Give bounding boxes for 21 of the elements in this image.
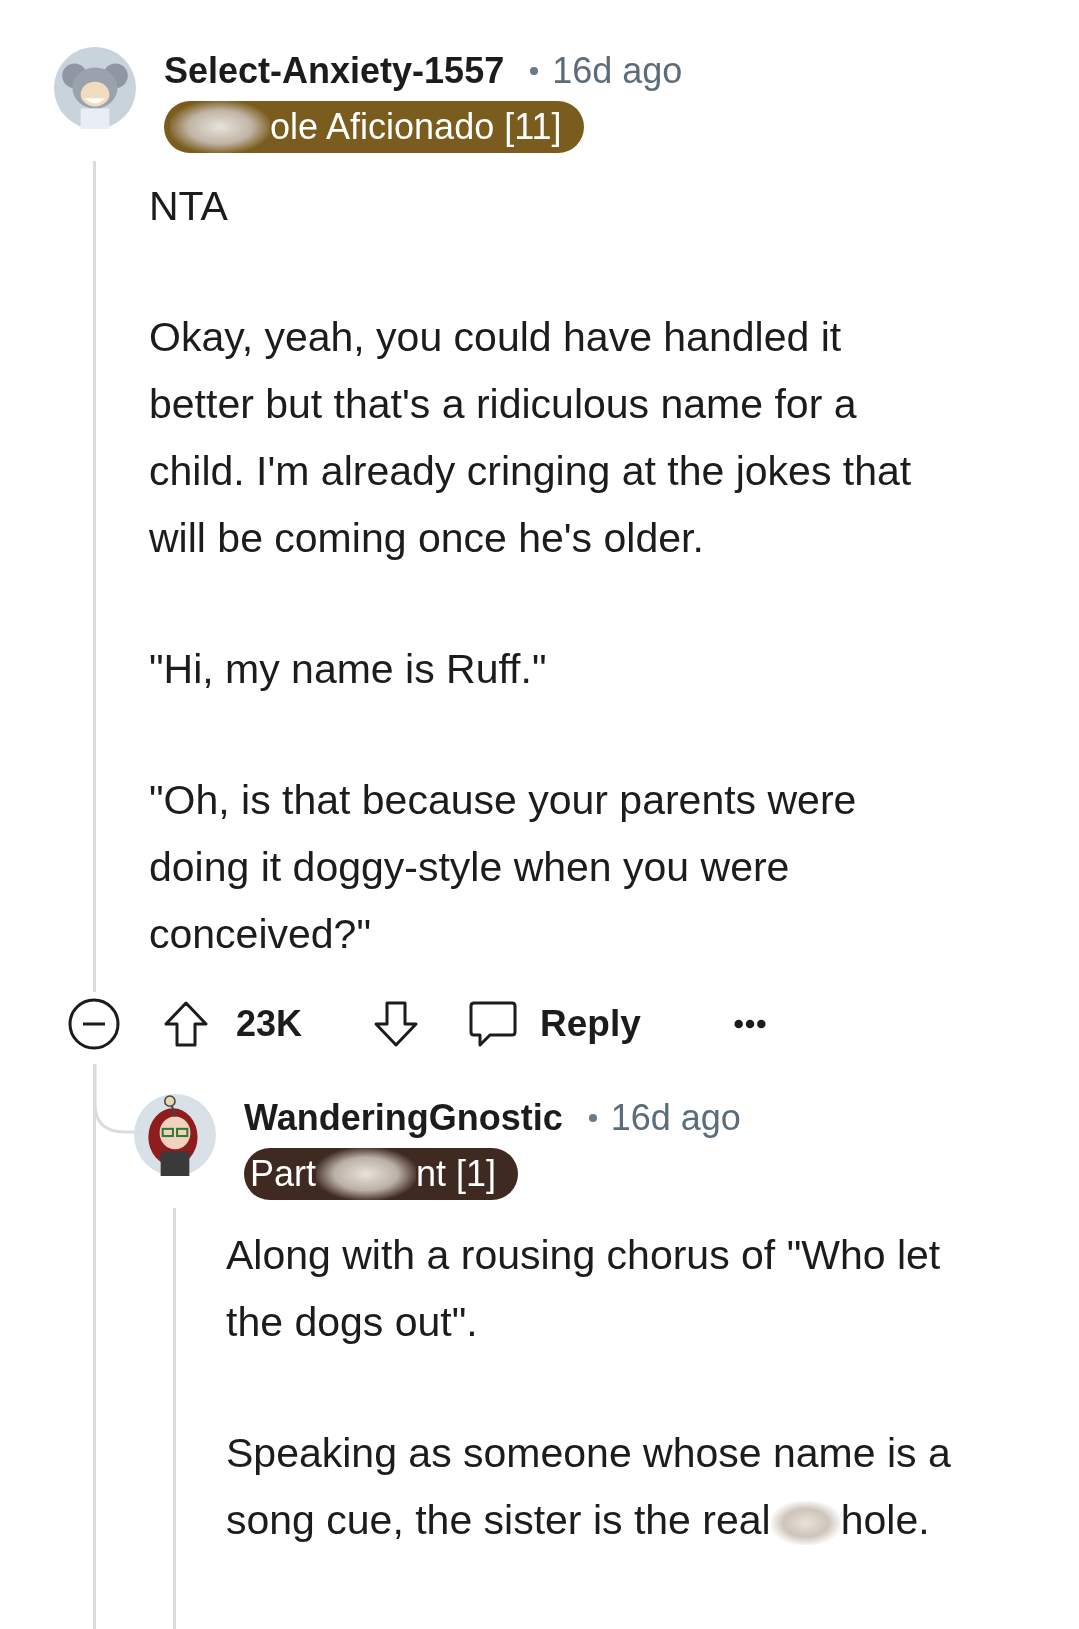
separator-dot: [530, 67, 539, 75]
user-flair: Part nt [1]: [244, 1148, 519, 1200]
comment-paragraph: Along with a rousing chorus of "Who let the dogs out".: [226, 1231, 942, 1347]
timestamp: 16d ago: [610, 1097, 741, 1139]
upvote-icon[interactable]: [162, 1000, 210, 1048]
user-flair: ole Aficionado [11]: [164, 101, 584, 153]
more-options-icon[interactable]: [732, 1018, 767, 1030]
comment-paragraph: Okay, yeah, you could have handled it better but that's a ridiculous name for a child. I'm already cringing at the jokes that will be coming once he's older.: [149, 313, 913, 563]
username[interactable]: WanderingGnostic: [244, 1097, 563, 1139]
comment-paragraph: NTA: [149, 182, 229, 231]
separator-dot: [588, 1114, 597, 1122]
username[interactable]: Select-Anxiety-1557: [164, 50, 505, 92]
comment-paragraph: "Oh, is that because your parents were doing it doggy-style when you were conceived?": [149, 776, 858, 959]
comment-icon: [468, 999, 519, 1049]
avatar-icon[interactable]: [134, 1094, 216, 1176]
timestamp: 16d ago: [552, 50, 683, 92]
comment-paragraph: Speaking as someone whose name is a song cue, the sister is the real hole.: [226, 1420, 961, 1554]
vote-count: 23K: [236, 1003, 303, 1045]
collapse-icon[interactable]: [68, 998, 120, 1050]
reply-button[interactable]: Reply: [468, 999, 641, 1049]
comment-paragraph: "Hi, my name is Ruff.": [149, 645, 548, 694]
